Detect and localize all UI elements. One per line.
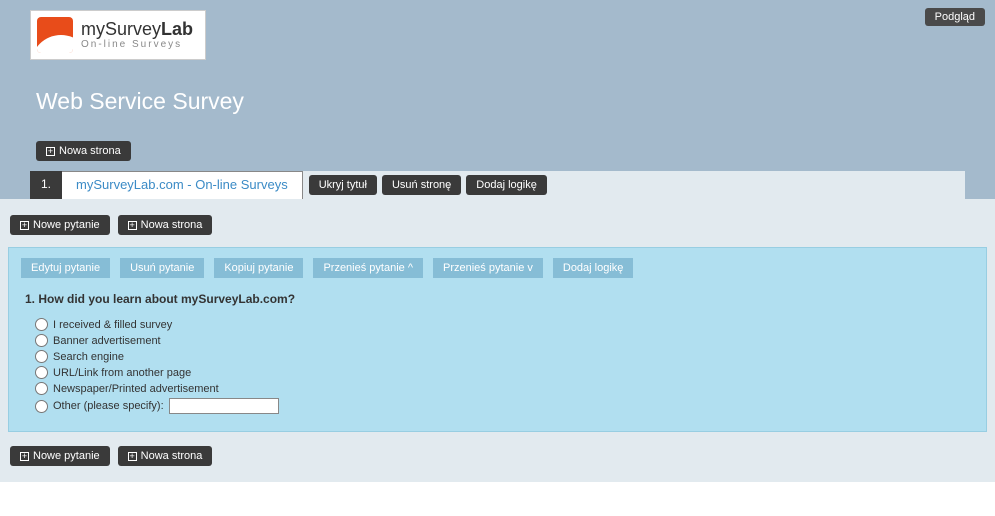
option-label: Newspaper/Printed advertisement (53, 383, 219, 395)
delete-question-button[interactable]: Usuń pytanie (120, 258, 204, 278)
option-radio[interactable] (35, 400, 48, 413)
question-panel: Edytuj pytanie Usuń pytanie Kopiuj pytan… (8, 247, 987, 432)
plus-icon: + (46, 147, 55, 156)
option-label: URL/Link from another page (53, 367, 191, 379)
option-radio[interactable] (35, 318, 48, 331)
add-page-logic-button[interactable]: Dodaj logikę (466, 175, 547, 195)
new-page-label: Nowa strona (59, 145, 121, 157)
option-row[interactable]: Search engine (35, 350, 974, 363)
plus-icon: + (20, 221, 29, 230)
logo: mySurveyLab On-line Surveys (30, 10, 206, 60)
delete-page-button[interactable]: Usuń stronę (382, 175, 461, 195)
new-question-button-top[interactable]: + Nowe pytanie (10, 215, 110, 235)
question-text: 1. How did you learn about mySurveyLab.c… (21, 292, 974, 306)
page-tab-row: 1. mySurveyLab.com - On-line Surveys Ukr… (30, 171, 965, 199)
option-radio[interactable] (35, 350, 48, 363)
option-row[interactable]: I received & filled survey (35, 318, 974, 331)
question-options: I received & filled survey Banner advert… (21, 318, 974, 414)
logo-brand-bold: Lab (161, 19, 193, 39)
plus-icon: + (20, 452, 29, 461)
question-toolbar: Edytuj pytanie Usuń pytanie Kopiuj pytan… (21, 258, 974, 278)
page-actions: Ukryj tytuł Usuń stronę Dodaj logikę (303, 171, 965, 199)
copy-question-button[interactable]: Kopiuj pytanie (214, 258, 303, 278)
new-question-label: Nowe pytanie (33, 219, 100, 231)
option-radio[interactable] (35, 334, 48, 347)
option-radio[interactable] (35, 366, 48, 379)
other-specify-input[interactable] (169, 398, 279, 414)
option-label: Search engine (53, 351, 124, 363)
page-number: 1. (30, 171, 62, 199)
content-area: + Nowe pytanie + Nowa strona Edytuj pytani… (0, 199, 995, 482)
logo-brand-sub: On-line Surveys (81, 39, 193, 50)
plus-icon: + (128, 452, 137, 461)
new-page-label: Nowa strona (141, 219, 203, 231)
move-question-up-button[interactable]: Przenieś pytanie ^ (313, 258, 423, 278)
option-label: Other (please specify): (53, 400, 164, 412)
new-page-label: Nowa strona (141, 450, 203, 462)
new-page-button-mid[interactable]: + Nowa strona (118, 215, 213, 235)
logo-text: mySurveyLab On-line Surveys (81, 20, 193, 51)
page-title-tab[interactable]: mySurveyLab.com - On-line Surveys (62, 171, 303, 199)
hide-title-button[interactable]: Ukryj tytuł (309, 175, 377, 195)
option-row[interactable]: Banner advertisement (35, 334, 974, 347)
logo-icon (37, 17, 73, 53)
survey-title: Web Service Survey (30, 60, 965, 135)
option-row[interactable]: Newspaper/Printed advertisement (35, 382, 974, 395)
option-label: I received & filled survey (53, 319, 172, 331)
option-row-other[interactable]: Other (please specify): (35, 398, 974, 414)
option-label: Banner advertisement (53, 335, 161, 347)
preview-button[interactable]: Podgląd (925, 8, 985, 26)
option-row[interactable]: URL/Link from another page (35, 366, 974, 379)
new-page-button-top[interactable]: + Nowa strona (36, 141, 131, 161)
edit-question-button[interactable]: Edytuj pytanie (21, 258, 110, 278)
option-radio[interactable] (35, 382, 48, 395)
plus-icon: + (128, 221, 137, 230)
new-page-button-bottom[interactable]: + Nowa strona (118, 446, 213, 466)
move-question-down-button[interactable]: Przenieś pytanie v (433, 258, 543, 278)
new-question-button-bottom[interactable]: + Nowe pytanie (10, 446, 110, 466)
add-question-logic-button[interactable]: Dodaj logikę (553, 258, 634, 278)
logo-brand-main: mySurvey (81, 19, 161, 39)
header: Podgląd mySurveyLab On-line Surveys Web … (0, 0, 995, 199)
new-question-label: Nowe pytanie (33, 450, 100, 462)
